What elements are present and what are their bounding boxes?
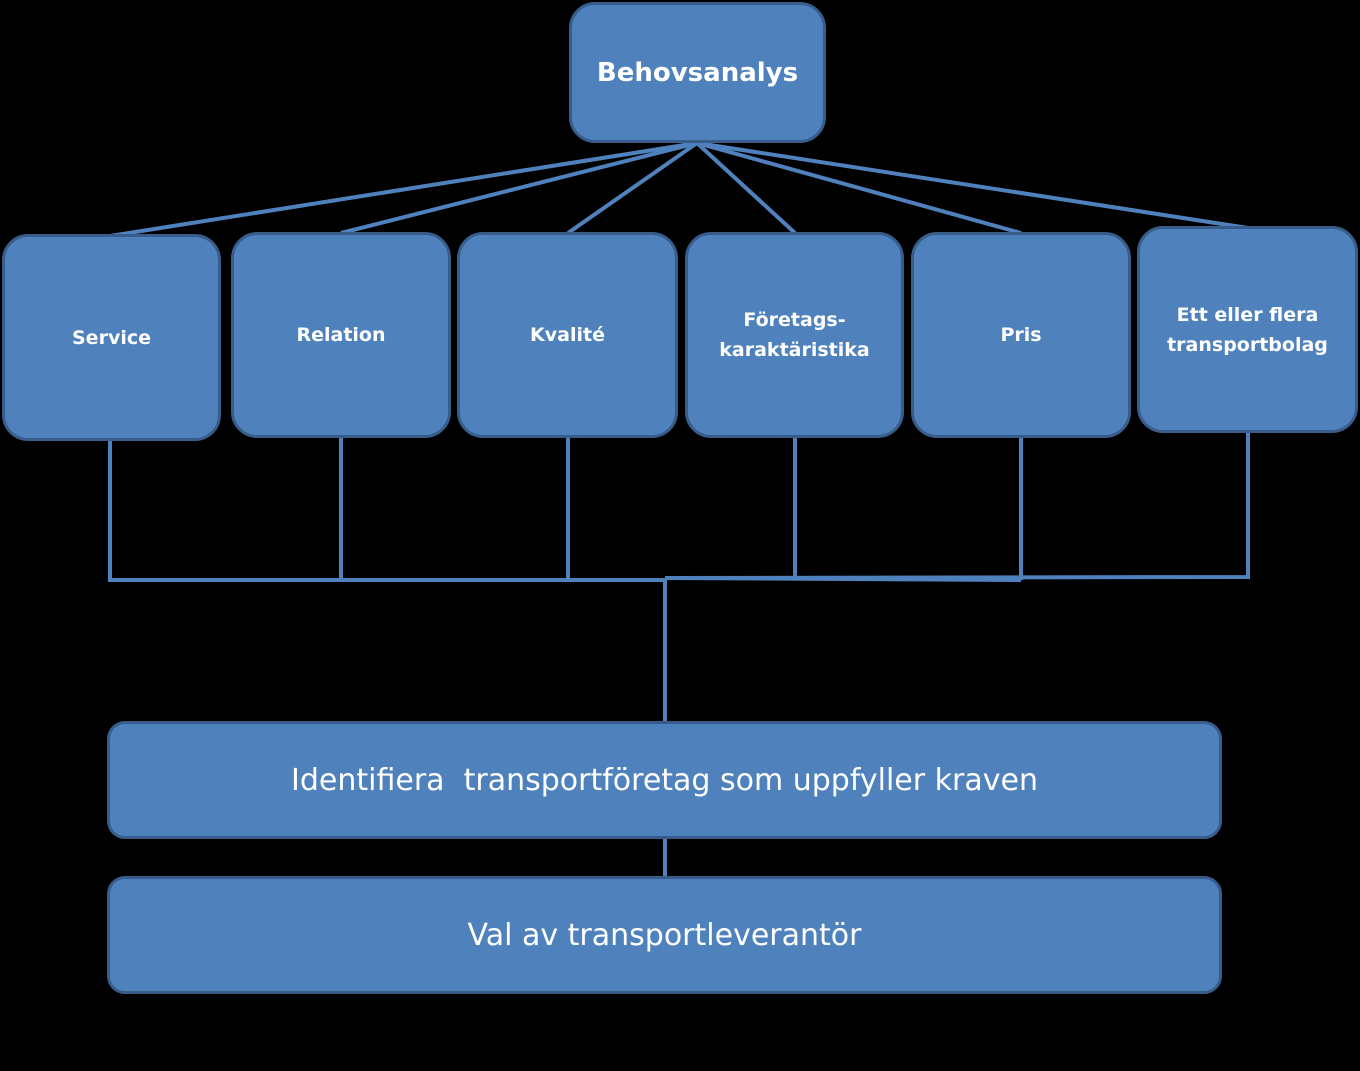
criterion-foretagskaraktaristika: Företags- karaktäristika xyxy=(685,232,904,438)
criterion-pris: Pris xyxy=(911,232,1131,438)
step-identify: Identifiera transportföretag som uppfyll… xyxy=(107,721,1222,839)
root-node: Behovsanalys xyxy=(569,2,826,143)
criterion-relation: Relation xyxy=(231,232,451,438)
bracket-right xyxy=(664,432,1250,580)
bracket-left xyxy=(108,440,665,582)
connector-kvalite xyxy=(566,141,699,235)
connector-transportbolag xyxy=(696,141,1249,230)
connector-relation xyxy=(340,141,698,235)
step-select: Val av transportleverantör xyxy=(107,876,1222,994)
connector-service xyxy=(109,141,698,238)
criterion-service: Service xyxy=(2,234,221,441)
criterion-kvalite: Kvalité xyxy=(457,232,678,438)
criterion-transportbolag: Ett eller flera transportbolag xyxy=(1137,226,1358,433)
